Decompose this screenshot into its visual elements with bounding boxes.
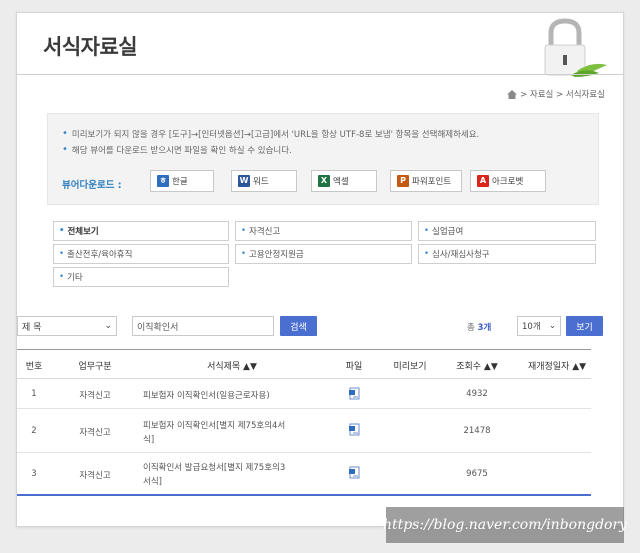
row-title-link-cont[interactable]: 서식] [143, 475, 162, 487]
bullet-icon: • [59, 249, 65, 259]
header-revised-date-sort[interactable]: 재개정일자 ▲▼ [517, 359, 597, 372]
content-frame: 서식자료실 > 자료실 > 서식자료실 • 미리보기가 되지 않을 경우 [도구… [16, 12, 624, 527]
notice-box: • 미리보기가 되지 않을 경우 [도구]→[인터넷옵션]→[고급]에서 'UR… [47, 113, 599, 205]
bullet-icon: • [59, 226, 65, 236]
notice-line-2: • 해당 뷰어를 다운로드 받으시면 파일을 확인 하실 수 있습니다. [62, 144, 292, 157]
hwp-file-icon[interactable] [349, 423, 361, 436]
bullet-icon: • [424, 226, 430, 236]
search-input[interactable]: 이직확인서 [132, 316, 274, 336]
row-title-link[interactable]: 이직확인서 발급요청서[별지 제75호의3 [143, 461, 285, 473]
header-views-sort[interactable]: 조회수 ▲▼ [447, 359, 507, 372]
search-field-select[interactable]: 제 목 ⌄ [17, 316, 117, 336]
breadcrumb-text: > 자료실 > 서식자료실 [520, 90, 605, 100]
viewer-button-powerpoint[interactable]: P 파워포인트 [390, 170, 462, 192]
bullet-icon: • [241, 226, 247, 236]
category-maternity-leave[interactable]: • 출산전후/육아휴직 [53, 244, 229, 264]
table-bottom-border [17, 494, 591, 496]
header-title-sort[interactable]: 서식제목 ▲▼ [157, 359, 307, 372]
viewer-download-label: 뷰어다운로드 : [62, 180, 122, 191]
header-category: 업무구분 [78, 362, 112, 372]
bullet-icon: • [59, 272, 65, 282]
hwp-file-icon[interactable] [349, 387, 361, 400]
hwp-icon: ㅎ [157, 175, 169, 187]
chevron-down-icon: ⌄ [104, 321, 112, 331]
chevron-down-icon: ⌄ [548, 321, 556, 331]
header-file: 파일 [345, 362, 363, 372]
notice-line-1: • 미리보기가 되지 않을 경우 [도구]→[인터넷옵션]→[고급]에서 'UR… [62, 128, 480, 141]
category-unemployment-benefit[interactable]: • 실업급여 [418, 221, 596, 241]
viewer-button-word[interactable]: W 워드 [231, 170, 297, 192]
table-top-border [17, 349, 591, 350]
page-size-select[interactable]: 10개 ⌄ [517, 316, 561, 336]
home-icon[interactable] [507, 89, 518, 99]
table-row: 3 자격신고 이직확인서 발급요청서[별지 제75호의3 서식] 9675 [31, 461, 488, 487]
table-row: 1 자격신고 피보험자 이직확인서(일용근로자용) 4932 [17, 379, 591, 409]
acrobat-icon: A [477, 175, 489, 187]
hwp-file-icon[interactable] [349, 466, 361, 479]
category-employment-subsidy[interactable]: • 고용안정지원금 [235, 244, 412, 264]
blog-watermark: https://blog.naver.com/inbongdory [383, 507, 627, 543]
header-number: 번호 [25, 362, 43, 372]
row-title-link[interactable]: 피보험자 이직확인서[별지 제75호의4서 [143, 419, 285, 431]
viewer-button-excel[interactable]: X 엑셀 [311, 170, 377, 192]
excel-icon: X [318, 175, 330, 187]
table-row: 2 자격신고 피보험자 이직확인서[별지 제75호의4서 식] 21478 [17, 409, 591, 453]
viewer-button-hwp[interactable]: ㅎ 한글 [150, 170, 214, 192]
bullet-icon: • [62, 144, 68, 155]
category-all[interactable]: • 전체보기 [53, 221, 229, 241]
result-count: 총 3개 [467, 323, 492, 333]
breadcrumb: > 자료실 > 서식자료실 [507, 88, 605, 100]
title-divider [17, 74, 623, 75]
bullet-icon: • [62, 128, 68, 139]
bullet-icon: • [424, 249, 430, 259]
viewer-button-acrobat[interactable]: A 아크로벳 [470, 170, 546, 192]
padlock-illustration [544, 18, 607, 77]
word-icon: W [238, 175, 250, 187]
row-title-link-cont[interactable]: 식] [143, 433, 154, 445]
category-review-appeal[interactable]: • 심사/재심사청구 [418, 244, 596, 264]
row-title-link[interactable]: 피보험자 이직확인서(일용근로자용) [143, 389, 270, 401]
bullet-icon: • [241, 249, 247, 259]
view-button[interactable]: 보기 [566, 316, 603, 336]
page-title: 서식자료실 [43, 35, 138, 59]
header-preview: 미리보기 [393, 362, 427, 372]
powerpoint-icon: P [397, 175, 409, 187]
category-other[interactable]: • 기타 [53, 267, 229, 287]
category-qualification[interactable]: • 자격신고 [235, 221, 412, 241]
search-button[interactable]: 검색 [280, 316, 317, 336]
